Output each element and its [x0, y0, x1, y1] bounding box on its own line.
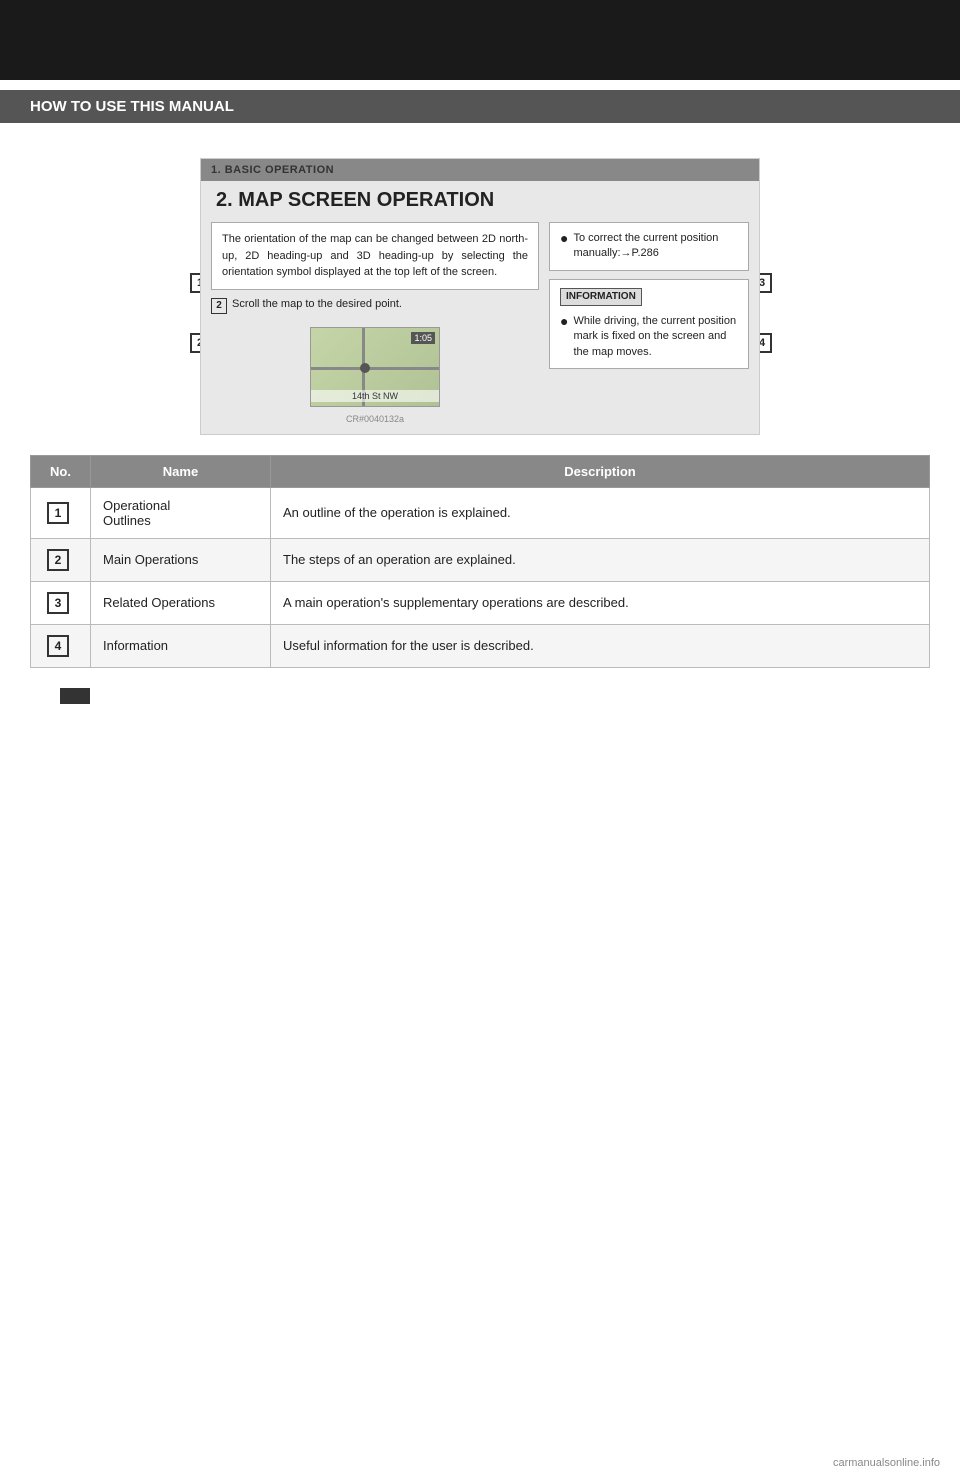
- page-wrapper: HOW TO USE THIS MANUAL 1 2 3 4: [0, 0, 960, 1484]
- step-text: Scroll the map to the desired point.: [232, 298, 402, 310]
- table-cell-name: Operational Outlines: [91, 487, 271, 538]
- table-header-name: Name: [91, 455, 271, 487]
- map-code: CR#0040132a: [211, 414, 539, 424]
- top-header-bar: [0, 0, 960, 80]
- step-row: 2 Scroll the map to the desired point.: [211, 298, 539, 314]
- table-header-no: No.: [31, 455, 91, 487]
- info-text: While driving, the current position mark…: [573, 314, 738, 360]
- info-label: INFORMATION: [560, 288, 642, 306]
- table-cell-desc: Useful information for the user is descr…: [271, 624, 930, 667]
- map-inner: 1:05 14th St NW: [311, 328, 439, 406]
- table-cell-no: 3: [31, 581, 91, 624]
- manual-breadcrumb-bar: 1. BASIC OPERATION: [201, 159, 759, 181]
- table-num-badge: 1: [47, 502, 69, 524]
- section-title-bar: HOW TO USE THIS MANUAL: [0, 90, 960, 123]
- manual-right-col: ● To correct the current position manual…: [549, 222, 749, 424]
- footer-brand: carmanualsonline.info: [833, 1457, 940, 1469]
- table-num-badge: 4: [47, 635, 69, 657]
- info-table: No. Name Description 1 Operational Outlin…: [30, 455, 930, 668]
- table-num-badge: 3: [47, 592, 69, 614]
- main-text-box: The orientation of the map can be change…: [211, 222, 539, 290]
- table-cell-no: 4: [31, 624, 91, 667]
- info-box: INFORMATION ● While driving, the current…: [549, 279, 749, 369]
- table-num-badge: 2: [47, 549, 69, 571]
- section-title: HOW TO USE THIS MANUAL: [30, 98, 234, 115]
- table-cell-desc: A main operation's supplementary operati…: [271, 581, 930, 624]
- manual-body: The orientation of the map can be change…: [201, 217, 759, 434]
- table-cell-no: 2: [31, 538, 91, 581]
- table-row: 3 Related OperationsA main operation's su…: [31, 581, 930, 624]
- illustration-wrapper: 1 2 3 4 1. BASIC OPERATION: [180, 158, 780, 435]
- step-num: 2: [211, 298, 227, 314]
- table-row: 4 InformationUseful information for the u…: [31, 624, 930, 667]
- map-thumbnail: 1:05 14th St NW: [310, 327, 440, 407]
- table-cell-desc: The steps of an operation are explained.: [271, 538, 930, 581]
- bottom-section-bar: [60, 688, 90, 704]
- manual-breadcrumb: 1. BASIC OPERATION: [211, 164, 334, 176]
- related-ops-text: To correct the current position manually…: [573, 231, 738, 262]
- map-timestamp: 1:05: [411, 332, 435, 344]
- table-header-desc: Description: [271, 455, 930, 487]
- table-cell-desc: An outline of the operation is explained…: [271, 487, 930, 538]
- table-cell-name: Information: [91, 624, 271, 667]
- manual-illustration: 1. BASIC OPERATION 2. MAP SCREEN OPERATI…: [200, 158, 760, 435]
- map-street-label: 14th St NW: [311, 390, 439, 402]
- table-cell-no: 1: [31, 487, 91, 538]
- table-row: 1 Operational OutlinesAn outline of the o…: [31, 487, 930, 538]
- table-row: 2 Main OperationsThe steps of an operatio…: [31, 538, 930, 581]
- related-ops-box: ● To correct the current position manual…: [549, 222, 749, 271]
- manual-left-col: The orientation of the map can be change…: [211, 222, 539, 424]
- table-cell-name: Main Operations: [91, 538, 271, 581]
- main-content: 1 2 3 4 1. BASIC OPERATION: [0, 123, 960, 734]
- manual-page-title: 2. MAP SCREEN OPERATION: [201, 181, 759, 217]
- map-position-marker: [360, 363, 370, 373]
- map-road-h: [311, 367, 439, 370]
- table-cell-name: Related Operations: [91, 581, 271, 624]
